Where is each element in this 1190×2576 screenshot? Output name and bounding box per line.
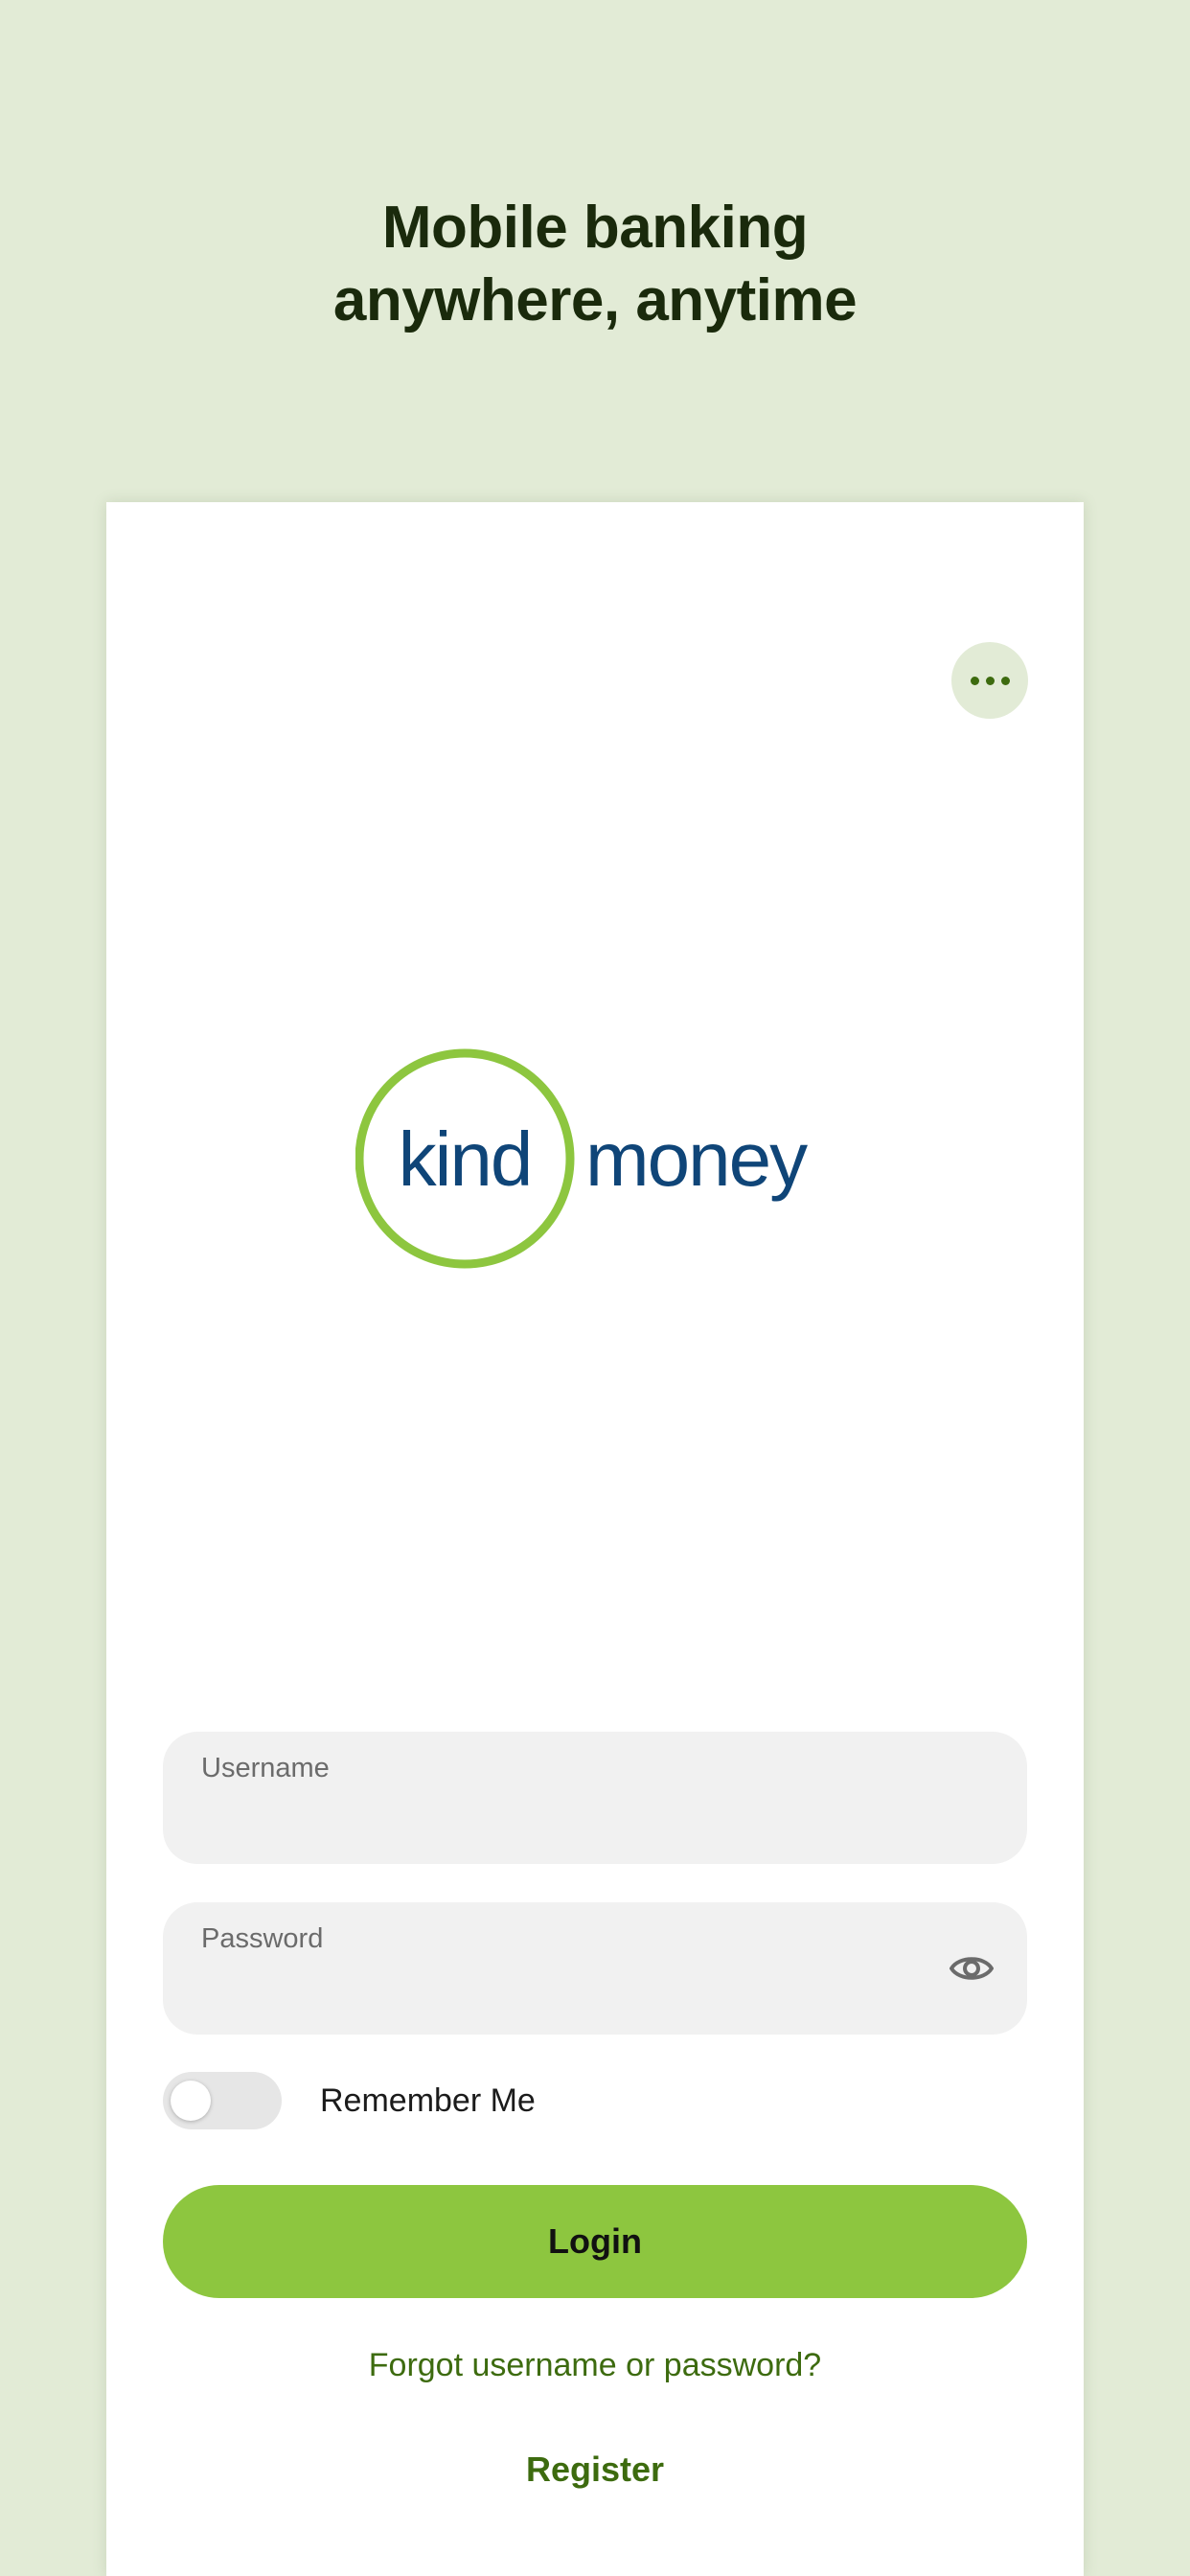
login-button[interactable]: Login (163, 2185, 1027, 2298)
more-options-button[interactable] (951, 642, 1028, 719)
logo-word-money: money (585, 1116, 808, 1202)
eye-icon[interactable] (949, 1947, 995, 1990)
register-link[interactable]: Register (106, 2450, 1084, 2490)
password-field[interactable]: Password (163, 1902, 1027, 2035)
remember-me-row: Remember Me (163, 2072, 536, 2129)
toggle-knob (171, 2081, 211, 2121)
login-card: kind money Username Password Remember Me… (106, 502, 1084, 2576)
username-field[interactable]: Username (163, 1732, 1027, 1864)
kind-money-logo: kind money (355, 1044, 854, 1274)
username-input[interactable] (201, 1801, 949, 1839)
password-label: Password (201, 1923, 324, 1954)
more-dot-icon (985, 676, 995, 685)
logo-word-kind: kind (399, 1116, 532, 1202)
more-dot-icon (1000, 676, 1010, 685)
password-input[interactable] (201, 1971, 949, 2010)
headline-line-1: Mobile banking (381, 195, 809, 261)
headline-line-2: anywhere, anytime (332, 267, 858, 334)
remember-me-toggle[interactable] (163, 2072, 282, 2129)
more-dot-icon (970, 676, 979, 685)
page-headline: Mobile banking anywhere, anytime (0, 192, 1190, 337)
username-label: Username (201, 1753, 330, 1783)
remember-me-label: Remember Me (320, 2082, 536, 2119)
forgot-credentials-link[interactable]: Forgot username or password? (106, 2347, 1084, 2384)
